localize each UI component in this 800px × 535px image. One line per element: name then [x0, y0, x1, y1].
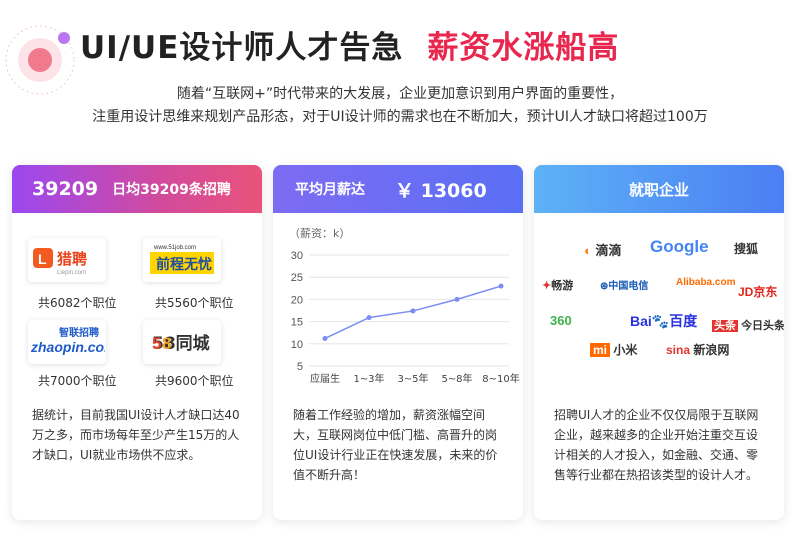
employers-title: 就职企业: [628, 180, 689, 199]
zhaopin-sub: zhaopin.com: [30, 339, 105, 355]
data-point: [454, 296, 460, 302]
alibaba-logo: Alibaba.com: [676, 277, 736, 288]
title-main: UI/UE设计师人才告急: [80, 30, 404, 66]
zhaopin-name: 智联招聘: [59, 326, 99, 339]
postings-text: 日均39209条招聘: [112, 182, 231, 198]
svg-text:L: L: [38, 251, 47, 267]
x-tick-label: 1~3年: [353, 372, 384, 385]
card-salary: 平均月薪达 ￥ 13060 （薪资：k） 5 10 15 20 25 30 应届生 1~3年 3~…: [273, 165, 523, 520]
svg-text:5: 5: [152, 334, 161, 353]
baidu-logo: Bai🐾百度: [630, 313, 698, 329]
y-tick-label: 25: [291, 272, 303, 284]
card-header: 平均月薪达 ￥ 13060: [273, 165, 523, 213]
subtitle-line-2: 注重用设计思维来规划产品形态，对于UI设计师的需求也在不断加大，预计UI人才缺口…: [92, 109, 708, 125]
data-point: [498, 283, 504, 289]
data-point: [366, 315, 372, 321]
x-tick-label: 5~8年: [441, 372, 472, 385]
51job-sub: www.51job.com: [153, 245, 196, 251]
subtitle-line-1: 随着“互联网+”时代带来的大发展，企业更加意识到用户界面的重要性，: [176, 86, 624, 102]
zhaopin-logo: 智联招聘 zhaopin.com: [28, 320, 106, 364]
card-header: 39209 日均39209条招聘: [12, 165, 262, 213]
card3-description: 招聘UI人才的企业不仅仅局限于互联网企业，越来越多的企业开始注重交互设计相关的人…: [554, 408, 759, 482]
51job-caption: 共5560个职位: [155, 296, 234, 310]
salary-label: 平均月薪达: [295, 182, 365, 198]
card2-description: 随着工作经验的增加，薪资涨幅空间大，互联网岗位中低门槛、高晋升的岗位UI设计行业…: [293, 408, 498, 482]
x-tick-label: 3~5年: [397, 372, 428, 385]
didi-logo: ◐ 滴滴: [584, 243, 622, 258]
liepin-logo: L 猎聘 Liepin.com: [28, 238, 106, 282]
china-telecom-logo: ⊛中国电信: [600, 281, 649, 292]
sina-logo: sina 新浪网: [666, 343, 730, 357]
y-tick-label: 20: [291, 294, 303, 306]
360-logo: 360: [550, 313, 572, 328]
x-tick-label: 应届生: [310, 372, 340, 385]
google-logo: Google: [650, 237, 709, 256]
card1-description: 据统计，目前我国UI设计人才缺口达40万之多，而市场每年至少产生15万的人才缺口…: [32, 408, 240, 462]
postings-number: 39209: [32, 178, 99, 200]
liepin-sub: Liepin.com: [57, 270, 86, 276]
title-accent: 薪资水涨船高: [427, 30, 620, 66]
salary-line-chart: （薪资：k） 5 10 15 20 25 30 应届生 1~3年 3~5年 5~8年 8~10年: [289, 227, 520, 385]
y-axis-label: （薪资：k）: [289, 227, 350, 240]
51job-name: 前程无忧: [156, 256, 212, 273]
58-logo: 58同城 5 8: [143, 320, 221, 364]
page-title: UI/UE设计师人才告急 薪资水涨船高: [80, 22, 619, 67]
y-tick-label: 5: [297, 361, 303, 373]
changyou-logo: ✦畅游: [542, 280, 574, 292]
zhaopin-caption: 共7000个职位: [38, 374, 117, 388]
y-tick-label: 10: [291, 339, 303, 351]
data-point: [322, 335, 328, 341]
card-employers: 就职企业 ◐ 滴滴 Google 搜狐 ✦畅游 ⊛中国电信 Alibaba.co…: [534, 165, 784, 520]
liepin-caption: 共6082个职位: [38, 296, 117, 310]
toutiao-logo: 头条 今日头条: [712, 320, 784, 332]
sohu-logo: 搜狐: [734, 242, 759, 256]
58-caption: 共9600个职位: [155, 374, 234, 388]
card-job-postings: 39209 日均39209条招聘 L 猎聘 Liepin.com 共6082个职…: [12, 165, 262, 520]
card-header: 就职企业: [534, 165, 784, 213]
svg-text:8: 8: [162, 334, 171, 353]
xiaomi-logo: mi 小米: [590, 341, 637, 358]
y-tick-label: 30: [291, 250, 303, 262]
x-tick-label: 8~10年: [482, 372, 519, 385]
liepin-name: 猎聘: [57, 250, 87, 268]
y-tick-label: 15: [291, 317, 303, 329]
jd-logo: JD京东: [738, 285, 778, 299]
data-point: [410, 308, 416, 314]
salary-value: ￥ 13060: [395, 179, 487, 202]
51job-logo: www.51job.com 前程无忧: [143, 238, 221, 282]
